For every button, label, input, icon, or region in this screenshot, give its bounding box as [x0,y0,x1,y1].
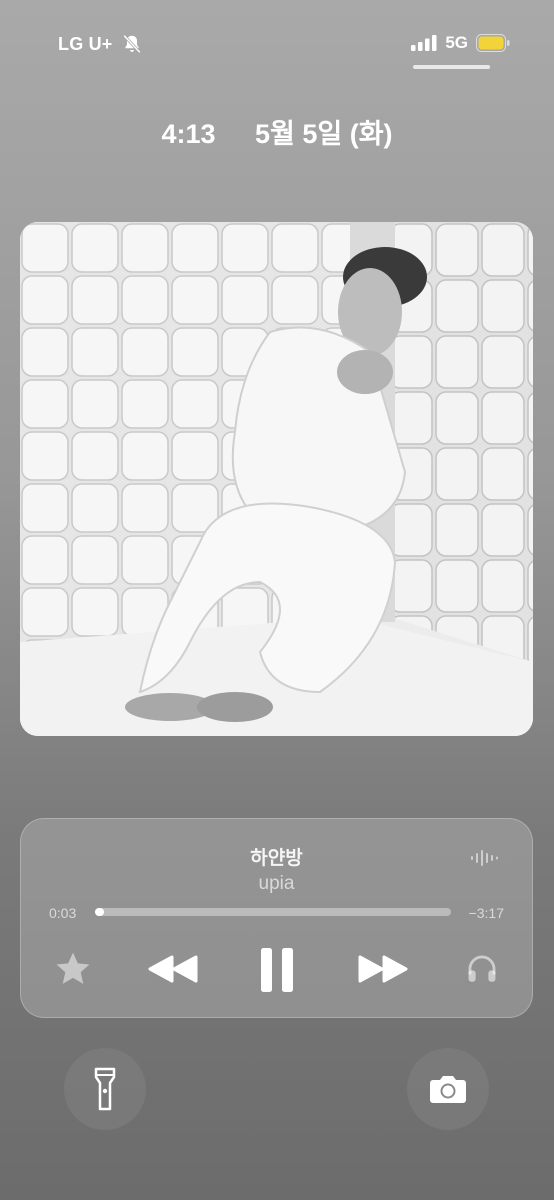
camera-icon [430,1076,466,1103]
album-artwork-image [20,222,533,736]
playback-controls [21,947,532,993]
rewind-button[interactable] [145,949,201,989]
pause-icon [261,948,293,992]
remaining-time: −3:17 [468,905,504,921]
lock-screen-header: 4:13 5월 5일 (화) [0,112,554,151]
carrier-name: LG U+ [58,33,113,54]
favorite-button[interactable] [53,949,93,989]
clock-date: 5월 5일 (화) [255,119,393,149]
rewind-icon [148,955,198,983]
album-artwork[interactable] [20,222,533,736]
carrier-group: LG U+ [58,33,143,55]
progress-scrubber[interactable] [95,908,451,916]
bell-slash-icon [122,34,141,54]
track-artist[interactable]: upia [21,873,532,895]
battery-icon [476,34,510,52]
clock-time: 4:13 [161,119,216,149]
fast-forward-button[interactable] [355,949,411,989]
status-indicator-line [413,65,490,69]
signal-icon [411,35,437,51]
progress-fill [95,908,104,916]
status-indicators: 5G [411,33,510,53]
flashlight-icon [94,1067,116,1111]
audio-output-button[interactable] [462,949,502,989]
pause-button[interactable] [257,947,297,993]
waveform-icon[interactable] [470,849,500,867]
star-icon [56,952,90,984]
headphones-icon [468,955,496,982]
now-playing-card[interactable]: 하얀방 upia 0:03 −3:17 [20,818,533,1018]
fast-forward-icon [358,955,408,983]
status-bar: LG U+ 5G [0,0,554,70]
network-type: 5G [445,33,468,52]
elapsed-time: 0:03 [49,905,77,921]
track-title[interactable]: 하얀방 [21,843,532,870]
flashlight-button[interactable] [64,1048,146,1130]
camera-button[interactable] [407,1048,489,1130]
